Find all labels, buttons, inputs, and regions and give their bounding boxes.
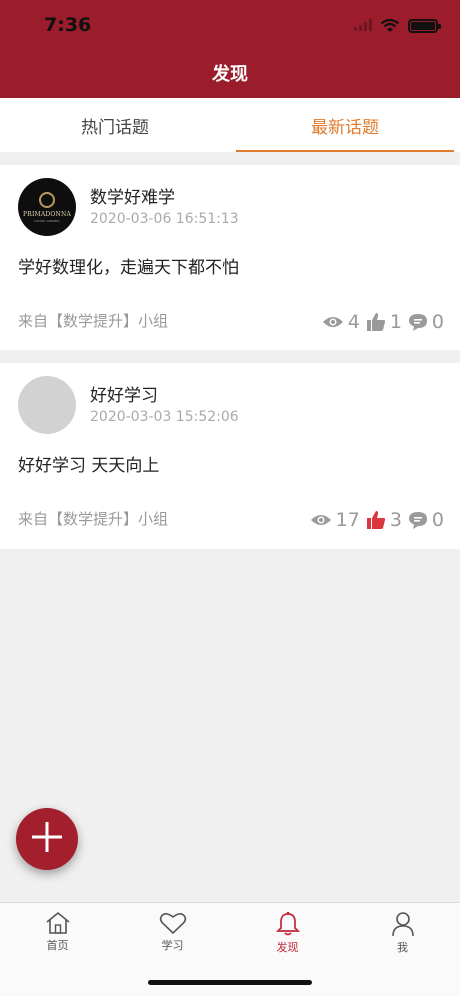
home-icon — [45, 911, 71, 937]
views-stat: 17 — [310, 509, 360, 531]
user-icon — [391, 911, 415, 939]
comments-count: 0 — [431, 509, 444, 531]
bell-icon — [275, 911, 300, 939]
post-content: 学好数理化，走遍天下都不怕 — [18, 258, 239, 278]
tabbar-label: 学习 — [161, 939, 184, 952]
top-bar: 7:36 发现 — [0, 0, 460, 98]
plus-icon — [30, 820, 64, 858]
like-button[interactable]: 3 — [366, 509, 402, 531]
brand-logo-icon — [39, 192, 55, 208]
comment-icon — [408, 510, 432, 530]
thumbs-up-icon — [366, 312, 390, 332]
status-icons — [354, 16, 441, 35]
comment-icon — [408, 312, 432, 332]
post-date: 2020-03-06 16:51:13 — [90, 211, 239, 227]
post-author[interactable]: 数学好难学 — [90, 183, 175, 208]
post-stats: 17 3 0 — [304, 509, 444, 531]
comment-button[interactable]: 0 — [408, 509, 444, 531]
avatar-logo-text: PRIMADONNA — [23, 211, 71, 218]
views-count: 17 — [335, 509, 360, 531]
page-title: 发现 — [212, 64, 248, 85]
post-group[interactable]: 来自【数学提升】小组 — [18, 508, 168, 529]
views-count: 4 — [347, 311, 360, 333]
post-group[interactable]: 来自【数学提升】小组 — [18, 310, 168, 331]
home-indicator — [148, 980, 312, 985]
eye-icon — [310, 513, 336, 527]
post-stats: 4 1 0 — [316, 311, 444, 333]
post-card[interactable]: 好好学习 2020-03-03 15:52:06 好好学习 天天向上 来自【数学… — [0, 363, 460, 549]
avatar-logo-subtext: LUXURY APPAREL — [34, 219, 60, 223]
comments-count: 0 — [431, 311, 444, 333]
heart-icon — [159, 911, 187, 937]
wifi-icon — [380, 18, 400, 33]
post-date: 2020-03-03 15:52:06 — [90, 409, 239, 425]
topic-tabs: 热门话题 最新话题 — [0, 98, 460, 152]
post-content: 好好学习 天天向上 — [18, 456, 160, 476]
likes-count: 3 — [389, 509, 402, 531]
avatar[interactable]: PRIMADONNA LUXURY APPAREL — [18, 178, 76, 236]
status-time: 7:36 — [44, 14, 92, 36]
tabbar-item-home[interactable]: 首页 — [0, 903, 115, 996]
tabbar-item-me[interactable]: 我 — [345, 903, 460, 996]
tabbar-label: 首页 — [46, 939, 69, 952]
signal-icon — [354, 16, 372, 35]
tabbar-label: 发现 — [276, 941, 299, 954]
tabbar-label: 我 — [397, 941, 408, 954]
add-post-button[interactable] — [16, 808, 78, 870]
post-author[interactable]: 好好学习 — [90, 381, 158, 406]
likes-count: 1 — [389, 311, 402, 333]
post-card[interactable]: PRIMADONNA LUXURY APPAREL 数学好难学 2020-03-… — [0, 165, 460, 350]
battery-icon — [408, 18, 441, 33]
thumbs-up-icon — [366, 510, 390, 530]
tab-latest-topics[interactable]: 最新话题 — [230, 98, 460, 152]
tab-hot-topics[interactable]: 热门话题 — [0, 98, 230, 152]
eye-icon — [322, 315, 348, 329]
avatar[interactable] — [18, 376, 76, 434]
comment-button[interactable]: 0 — [408, 311, 444, 333]
like-button[interactable]: 1 — [366, 311, 402, 333]
views-stat: 4 — [322, 311, 360, 333]
